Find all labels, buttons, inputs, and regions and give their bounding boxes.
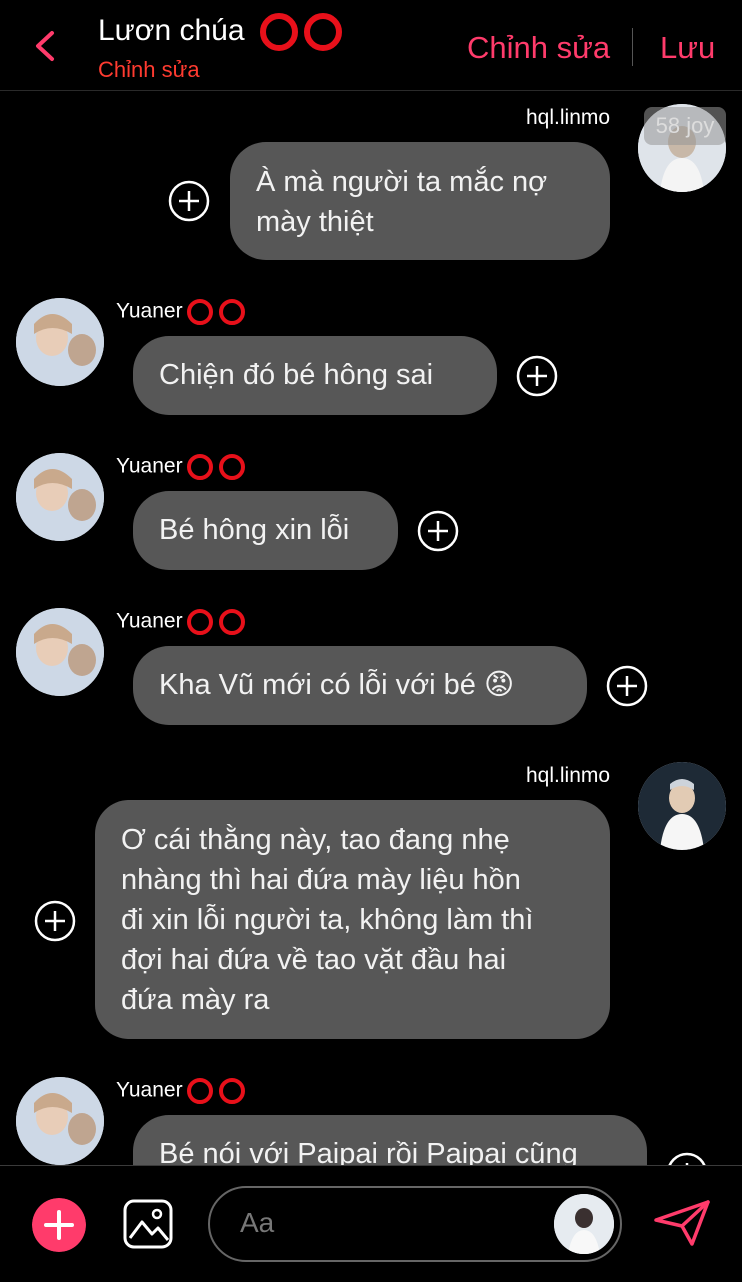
avatar[interactable] — [16, 298, 104, 386]
message-line: mày thiệt — [256, 206, 374, 238]
status-badge: 58 joy — [644, 107, 726, 145]
composer-bar: Aa — [0, 1165, 742, 1282]
plus-circle-icon[interactable] — [34, 900, 76, 942]
save-button[interactable]: Lưu — [660, 30, 715, 66]
chat-title-text: Lươn chúa — [98, 13, 245, 47]
sender-name: hql.linmo — [526, 764, 611, 787]
message-line: Ơ cái thằng này, tao đang nhẹ — [121, 824, 510, 856]
avatar[interactable] — [16, 453, 104, 541]
message-input[interactable]: Aa — [208, 1186, 622, 1262]
send-icon[interactable] — [652, 1198, 712, 1248]
ring-icon — [186, 454, 245, 480]
avatar[interactable] — [16, 1077, 104, 1165]
sender-name: Yuaner — [116, 608, 249, 636]
header: Lươn chúa Chỉnh sửa Chỉnh sửa Lưu — [0, 0, 742, 91]
header-divider — [632, 28, 633, 66]
ring-icon — [186, 609, 245, 635]
message-line: Bé hông xin lỗi — [159, 514, 350, 546]
sender-name: hql.linmo — [526, 106, 611, 129]
ring-icon — [186, 299, 245, 325]
message-bubble[interactable]: Chiện đó bé hông sai — [133, 336, 497, 415]
ring-icon — [186, 1078, 245, 1104]
edit-button[interactable]: Chỉnh sửa — [467, 30, 610, 66]
sender-name: Yuaner — [116, 1077, 249, 1105]
sender-name: Yuaner — [116, 453, 249, 481]
add-icon[interactable] — [32, 1198, 86, 1252]
chat-title: Lươn chúa — [98, 12, 347, 52]
message-input-placeholder: Aa — [240, 1207, 275, 1238]
plus-circle-icon[interactable] — [606, 665, 648, 707]
avatar[interactable] — [638, 762, 726, 850]
message-bubble[interactable]: Ơ cái thằng này, tao đang nhẹ nhàng thì … — [95, 800, 610, 1039]
message-line: À mà người ta mắc nợ — [256, 166, 548, 198]
back-chevron-icon[interactable] — [30, 28, 60, 64]
message-line: đi xin lỗi người ta, không làm thì — [121, 904, 534, 936]
message-line: Kha Vũ mới có lỗi với bé 😡 — [159, 669, 515, 701]
message-bubble[interactable]: Bé hông xin lỗi — [133, 491, 398, 570]
message-bubble[interactable]: À mà người ta mắc nợ mày thiệt — [230, 142, 610, 260]
message-line: đứa mày ra — [121, 984, 270, 1016]
ring-icon — [259, 13, 342, 51]
plus-circle-icon[interactable] — [417, 510, 459, 552]
sender-name: Yuaner — [116, 298, 249, 326]
message-line: đợi hai đứa về tao vặt đầu hai — [121, 944, 507, 976]
image-icon[interactable] — [122, 1198, 174, 1250]
message-line: nhàng thì hai đứa mày liệu hồn — [121, 864, 521, 896]
message-bubble[interactable]: Kha Vũ mới có lỗi với bé 😡 — [133, 646, 587, 725]
chat-subtitle[interactable]: Chỉnh sửa — [98, 57, 200, 83]
plus-circle-icon[interactable] — [516, 355, 558, 397]
message-line: Chiện đó bé hông sai — [159, 359, 434, 391]
avatar[interactable] — [16, 608, 104, 696]
plus-circle-icon[interactable] — [168, 180, 210, 222]
avatar[interactable] — [554, 1194, 614, 1254]
